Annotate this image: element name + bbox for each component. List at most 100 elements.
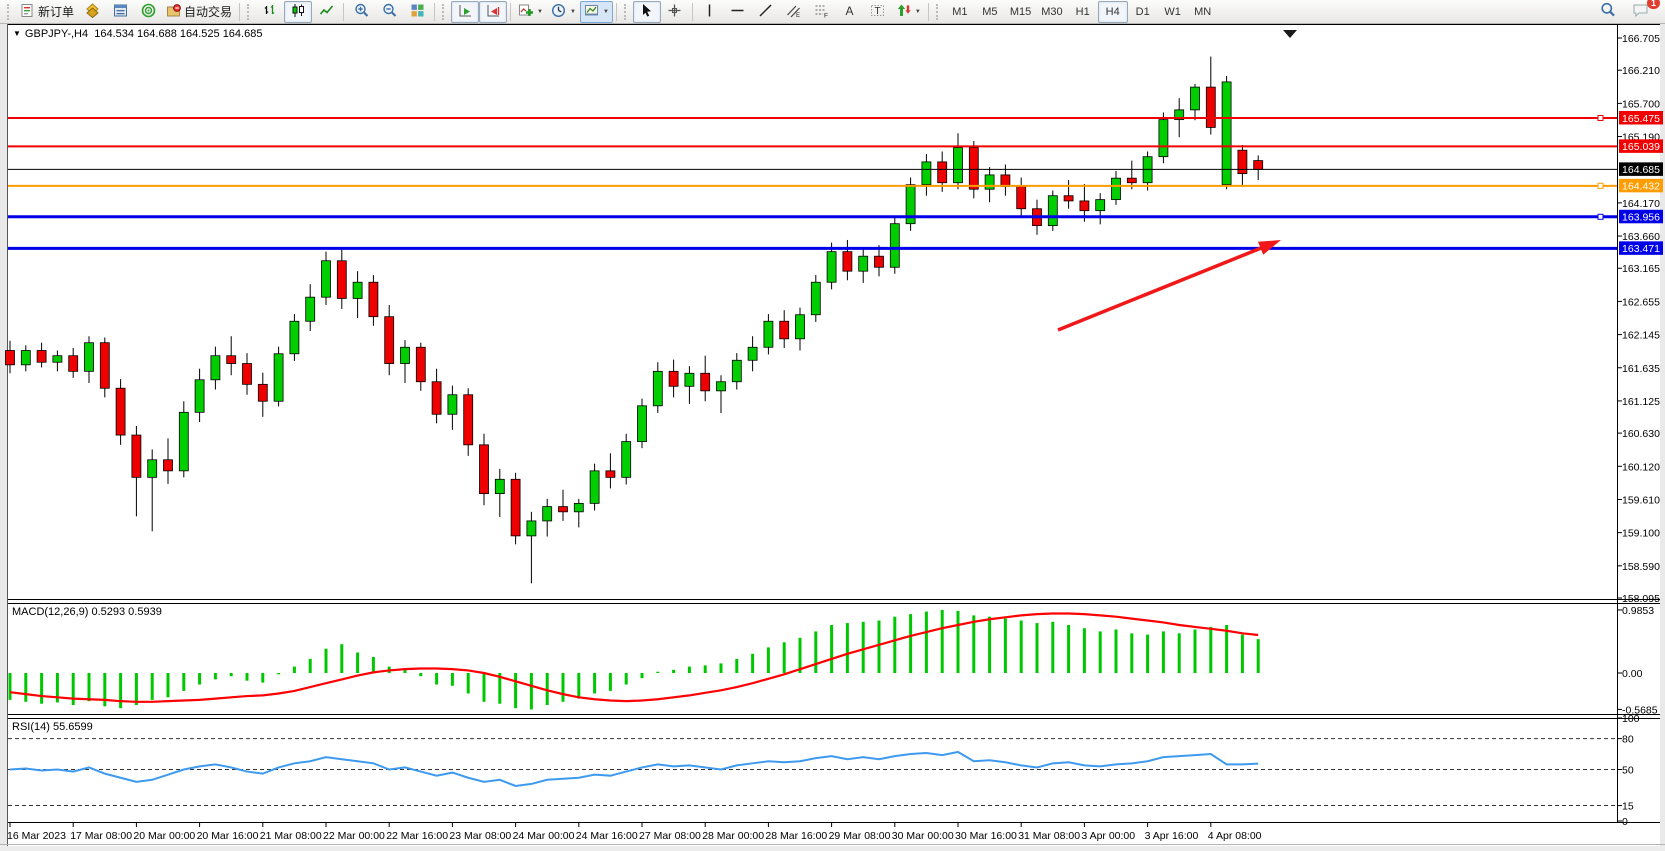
chart-shift-button[interactable] bbox=[479, 1, 507, 23]
chart-canvas[interactable]: 166.705166.210165.700165.190164.170163.6… bbox=[0, 24, 1665, 846]
candle-body bbox=[227, 356, 236, 364]
candle-body bbox=[922, 162, 931, 185]
chat-button[interactable]: 1 bbox=[1626, 1, 1654, 23]
line-chart-button[interactable] bbox=[312, 1, 340, 23]
candle-body bbox=[685, 373, 694, 386]
candle-body bbox=[37, 351, 46, 363]
toolbar-separator bbox=[928, 3, 929, 21]
price-axis-label: 158.590 bbox=[1622, 561, 1660, 573]
horizontal-line-button[interactable] bbox=[724, 1, 752, 23]
data-window-button[interactable] bbox=[106, 1, 134, 23]
candle-body bbox=[195, 380, 204, 413]
time-axis-label: 16 Mar 2023 bbox=[7, 830, 66, 842]
horizontal-line-icon bbox=[730, 3, 745, 21]
toolbar-grip bbox=[936, 4, 941, 20]
time-axis-label: 22 Mar 00:00 bbox=[323, 830, 385, 842]
timeframe-d1-button[interactable]: D1 bbox=[1128, 1, 1158, 23]
templates-button[interactable]: ▼ bbox=[580, 1, 613, 23]
timeframe-mn-button[interactable]: MN bbox=[1188, 1, 1218, 23]
symbol-info-line[interactable]: ▼GBPJPY-,H4 164.534 164.688 164.525 164.… bbox=[13, 28, 262, 40]
line-handle[interactable] bbox=[1598, 115, 1603, 120]
price-axis-label: 160.120 bbox=[1622, 461, 1660, 473]
candle-body bbox=[353, 282, 362, 298]
price-axis-label: 163.165 bbox=[1622, 263, 1660, 275]
candle-body bbox=[669, 371, 678, 386]
rsi-name: RSI(14) bbox=[12, 721, 50, 733]
timeframe-h1-button[interactable]: H1 bbox=[1068, 1, 1098, 23]
templates-icon bbox=[584, 3, 599, 21]
fibonacci-button[interactable]: F bbox=[808, 1, 836, 23]
dropdown-caret-icon: ▼ bbox=[537, 9, 543, 15]
crosshair-button[interactable] bbox=[661, 1, 689, 23]
time-axis-label: 27 Mar 08:00 bbox=[639, 830, 701, 842]
zoom-out-button[interactable] bbox=[375, 1, 403, 23]
candle-body bbox=[480, 445, 489, 494]
candle-body bbox=[606, 471, 615, 478]
rsi-axis-label: 0 bbox=[1622, 816, 1628, 828]
candle-body bbox=[890, 224, 899, 268]
auto-scroll-button[interactable] bbox=[451, 1, 479, 23]
candle-body bbox=[385, 317, 394, 364]
candle-body bbox=[796, 315, 805, 339]
line-handle[interactable] bbox=[1598, 214, 1603, 219]
periods-clock-icon bbox=[551, 3, 566, 21]
candle-body bbox=[590, 471, 599, 504]
tile-windows-button[interactable] bbox=[403, 1, 431, 23]
periods-button[interactable]: ▼ bbox=[547, 1, 580, 23]
timeframe-w1-button[interactable]: W1 bbox=[1158, 1, 1188, 23]
symbol-label: GBPJPY-,H4 bbox=[25, 28, 88, 40]
add-indicator-button[interactable]: ▼ bbox=[514, 1, 547, 23]
candle-body bbox=[116, 388, 125, 435]
candle-body bbox=[1048, 196, 1057, 226]
candlestick-chart-icon bbox=[291, 3, 306, 21]
chart-shift-icon bbox=[486, 3, 501, 21]
candle-body bbox=[1017, 187, 1026, 209]
label-button[interactable]: T bbox=[864, 1, 892, 23]
line-chart-icon bbox=[319, 3, 334, 21]
candle-body bbox=[401, 347, 410, 363]
candlestick-chart-button[interactable] bbox=[284, 1, 312, 23]
timeframe-m30-button[interactable]: M30 bbox=[1036, 1, 1067, 23]
navigator-icon bbox=[141, 3, 156, 21]
candle-body bbox=[764, 321, 773, 347]
time-axis-label: 31 Mar 08:00 bbox=[1018, 830, 1080, 842]
candle-body bbox=[653, 371, 662, 405]
search-button[interactable] bbox=[1594, 1, 1622, 23]
market-watch-button[interactable] bbox=[78, 1, 106, 23]
shapes-button[interactable]: ▼ bbox=[892, 1, 925, 23]
zoom-in-button[interactable] bbox=[347, 1, 375, 23]
timeframe-h4-button[interactable]: H4 bbox=[1098, 1, 1128, 23]
time-axis-label: 23 Mar 08:00 bbox=[449, 830, 511, 842]
vertical-line-button[interactable] bbox=[696, 1, 724, 23]
cursor-button[interactable] bbox=[633, 1, 661, 23]
line-handle[interactable] bbox=[1598, 183, 1603, 188]
timeframe-m5-button[interactable]: M5 bbox=[975, 1, 1005, 23]
navigator-button[interactable] bbox=[134, 1, 162, 23]
add-indicator-icon bbox=[518, 3, 533, 21]
timeframe-m1-button[interactable]: M1 bbox=[945, 1, 975, 23]
market-watch-icon bbox=[85, 3, 100, 21]
symbol-dropdown-icon: ▼ bbox=[13, 29, 21, 38]
macd-axis-label: 0.00 bbox=[1622, 668, 1643, 680]
new-order-button[interactable]: 新订单 bbox=[16, 1, 78, 23]
toolbar-grip bbox=[247, 4, 252, 20]
price-axis-label: 165.700 bbox=[1622, 98, 1660, 110]
candle-body bbox=[969, 148, 978, 190]
svg-text:T: T bbox=[875, 6, 881, 17]
price-axis-label: 161.635 bbox=[1622, 363, 1660, 375]
candle-body bbox=[448, 395, 457, 415]
timeframe-m15-button[interactable]: M15 bbox=[1005, 1, 1036, 23]
candle-body bbox=[811, 282, 820, 315]
candle-body bbox=[432, 382, 441, 415]
time-axis-label: 28 Mar 00:00 bbox=[702, 830, 764, 842]
auto-scroll-icon bbox=[458, 3, 473, 21]
equidistant-channel-button[interactable]: E bbox=[780, 1, 808, 23]
bar-chart-button[interactable] bbox=[256, 1, 284, 23]
autotrading-button[interactable]: 自动交易 bbox=[162, 1, 236, 23]
trendline-button[interactable] bbox=[752, 1, 780, 23]
price-badge-label: 165.039 bbox=[1622, 141, 1660, 153]
text-button[interactable]: A bbox=[836, 1, 864, 23]
time-axis-label: 17 Mar 08:00 bbox=[70, 830, 132, 842]
rsi-axis-label: 15 bbox=[1622, 801, 1634, 813]
candle-body bbox=[1206, 87, 1215, 127]
